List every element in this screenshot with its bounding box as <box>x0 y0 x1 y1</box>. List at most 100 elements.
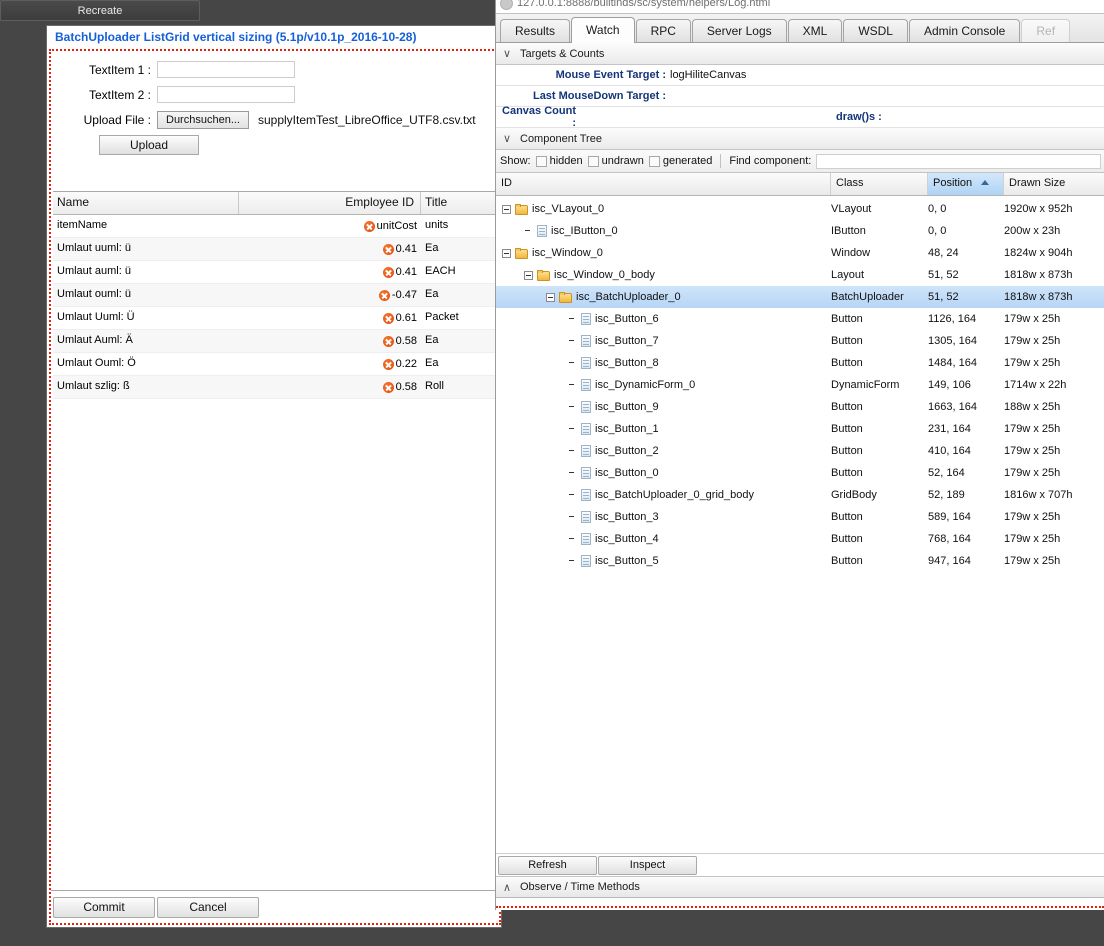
error-icon <box>382 243 394 255</box>
expander-placeholder <box>568 491 577 500</box>
find-component-input[interactable] <box>816 153 1101 169</box>
expander-collapse-icon[interactable] <box>524 270 533 280</box>
sort-ascending-icon <box>981 180 989 185</box>
upload-button[interactable]: Upload <box>99 135 199 155</box>
grid-header-row: Name Employee ID Title <box>53 192 497 215</box>
tree-node-label: isc_BatchUploader_0 <box>576 291 681 303</box>
show-generated-checkbox-wrap[interactable]: generated <box>648 155 712 167</box>
expander-placeholder <box>568 315 577 324</box>
tree-cell-id: isc_Button_8 <box>496 357 831 369</box>
last-mousedown-target-label: Last MouseDown Target : <box>532 90 666 102</box>
grid-row[interactable]: Umlaut Uuml: Ü 0.61 Packet <box>53 307 497 330</box>
tab-rpc[interactable]: RPC <box>635 19 691 42</box>
tree-col-id[interactable]: ID <box>496 173 831 195</box>
grid-col-name[interactable]: Name <box>53 192 239 214</box>
tree-cell-position: 149, 106 <box>928 379 971 391</box>
component-tree-section-header[interactable]: ∨ Component Tree <box>496 128 1104 150</box>
file-icon <box>581 533 591 545</box>
expander-placeholder <box>568 513 577 522</box>
tree-row[interactable]: isc_Window_0 Window 48, 24 1824w x 904h <box>496 242 1104 264</box>
tree-col-class[interactable]: Class <box>831 173 928 195</box>
tree-row[interactable]: isc_BatchUploader_0 BatchUploader 51, 52 18… <box>496 286 1104 308</box>
browse-button[interactable]: Durchsuchen... <box>157 110 249 129</box>
tree-row[interactable]: isc_Button_2 Button 410, 164 179w x 25h <box>496 440 1104 462</box>
tree-row[interactable]: isc_Button_7 Button 1305, 164 179w x 25h <box>496 330 1104 352</box>
find-component-label: Find component: <box>729 155 812 167</box>
grid-row[interactable]: Umlaut uuml: ü 0.41 Ea <box>53 238 497 261</box>
tab-admin-console[interactable]: Admin Console <box>908 19 1021 42</box>
tree-col-position-label: Position <box>933 177 973 189</box>
tree-row[interactable]: isc_IButton_0 IButton 0, 0 200w x 23h <box>496 220 1104 242</box>
tree-cell-class: VLayout <box>831 203 872 215</box>
expander-collapse-icon[interactable] <box>502 248 511 258</box>
tab-ref[interactable]: Ref <box>1021 19 1071 42</box>
tree-row[interactable]: isc_Button_6 Button 1126, 164 179w x 25h <box>496 308 1104 330</box>
tree-row[interactable]: isc_Button_3 Button 589, 164 179w x 25h <box>496 506 1104 528</box>
show-hidden-checkbox-wrap[interactable]: hidden <box>535 155 583 167</box>
cancel-button[interactable]: Cancel <box>157 896 259 918</box>
tree-cell-class: BatchUploader <box>831 291 904 303</box>
textitem2-input[interactable] <box>157 86 295 103</box>
tab-xml[interactable]: XML <box>787 19 843 42</box>
tree-cell-class: Button <box>831 467 863 479</box>
error-icon <box>382 381 394 393</box>
checkbox-icon[interactable] <box>648 155 660 167</box>
tree-cell-position: 1305, 164 <box>928 335 977 347</box>
upload-file-label: Upload File : <box>83 112 151 127</box>
textitem1-input[interactable] <box>157 61 295 78</box>
component-tree-filter-bar: Show: hidden undrawn generated Find comp… <box>496 150 1104 173</box>
checkbox-icon[interactable] <box>535 155 547 167</box>
grid-col-employee-id[interactable]: Employee ID <box>239 192 421 214</box>
grid-cell-employee-id-value: 0.58 <box>395 335 417 347</box>
refresh-button[interactable]: Refresh <box>498 855 597 875</box>
inspect-button[interactable]: Inspect <box>598 855 697 875</box>
tab-watch[interactable]: Watch <box>571 17 635 43</box>
grid-cell-title: Ea <box>425 334 439 346</box>
observe-time-methods-section-header[interactable]: ∧ Observe / Time Methods <box>496 876 1104 898</box>
tab-wsdl[interactable]: WSDL <box>843 19 908 42</box>
show-undrawn-checkbox-wrap[interactable]: undrawn <box>587 155 644 167</box>
targets-and-counts-section-header[interactable]: ∨ Targets & Counts <box>496 43 1104 65</box>
tree-row[interactable]: isc_Button_0 Button 52, 164 179w x 25h <box>496 462 1104 484</box>
expander-collapse-icon[interactable] <box>546 292 555 302</box>
grid-cell-employee-id-value: unitCost <box>376 220 417 232</box>
tree-row[interactable]: isc_Button_1 Button 231, 164 179w x 25h <box>496 418 1104 440</box>
grid-cell-employee-id: unitCost <box>239 215 421 237</box>
grid-row[interactable]: Umlaut ouml: ü -0.47 Ea <box>53 284 497 307</box>
tree-col-position[interactable]: Position <box>928 173 1004 195</box>
grid-row[interactable]: Umlaut szlig: ß 0.58 Roll <box>53 376 497 399</box>
grid-col-title[interactable]: Title <box>421 192 497 214</box>
grid-row[interactable]: itemName unitCost units <box>53 215 497 238</box>
grid-row[interactable]: Umlaut Ouml: Ö 0.22 Ea <box>53 353 497 376</box>
grid-cell-employee-id-value: 0.61 <box>395 312 417 324</box>
upload-list-grid: Name Employee ID Title itemName unitCost u… <box>53 191 497 889</box>
tree-cell-drawn-size: 1920w x 952h <box>1004 203 1073 215</box>
tree-row[interactable]: isc_Button_9 Button 1663, 164 188w x 25h <box>496 396 1104 418</box>
tree-row[interactable]: isc_Button_4 Button 768, 164 179w x 25h <box>496 528 1104 550</box>
tab-label: XML <box>802 24 828 38</box>
tree-row[interactable]: isc_DynamicForm_0 DynamicForm 149, 106 1714… <box>496 374 1104 396</box>
grid-row[interactable]: Umlaut Auml: Ä 0.58 Ea <box>53 330 497 353</box>
tab-results[interactable]: Results <box>500 19 571 42</box>
tree-node-label: isc_Button_1 <box>595 423 659 435</box>
tree-cell-class: IButton <box>831 225 866 237</box>
expander-collapse-icon[interactable] <box>502 204 511 214</box>
grid-cell-name: Umlaut Ouml: Ö <box>57 357 136 369</box>
checkbox-icon[interactable] <box>587 155 599 167</box>
recreate-button[interactable]: Recreate <box>0 0 200 21</box>
canvas-count-label: Canvas Count : <box>502 105 576 129</box>
tree-cell-position: 1126, 164 <box>928 313 977 325</box>
tree-row[interactable]: isc_VLayout_0 VLayout 0, 0 1920w x 952h <box>496 198 1104 220</box>
tab-server-logs[interactable]: Server Logs <box>691 19 787 42</box>
textitem2-label: TextItem 2 : <box>88 87 151 102</box>
commit-button[interactable]: Commit <box>53 896 155 918</box>
tree-row[interactable]: isc_Window_0_body Layout 51, 52 1818w x 873… <box>496 264 1104 286</box>
window-body: TextItem 1 : TextItem 2 : Upload File : … <box>49 49 501 925</box>
tree-cell-drawn-size: 200w x 23h <box>1004 225 1061 237</box>
tree-row[interactable]: isc_BatchUploader_0_grid_body GridBody 52,… <box>496 484 1104 506</box>
tree-row[interactable]: isc_Button_5 Button 947, 164 179w x 25h <box>496 550 1104 572</box>
grid-row[interactable]: Umlaut auml: ü 0.41 EACH <box>53 261 497 284</box>
tree-col-drawn-size[interactable]: Drawn Size <box>1004 173 1104 195</box>
tree-row[interactable]: isc_Button_8 Button 1484, 164 179w x 25h <box>496 352 1104 374</box>
component-tree-body[interactable]: isc_VLayout_0 VLayout 0, 0 1920w x 952h isc_… <box>496 198 1104 854</box>
